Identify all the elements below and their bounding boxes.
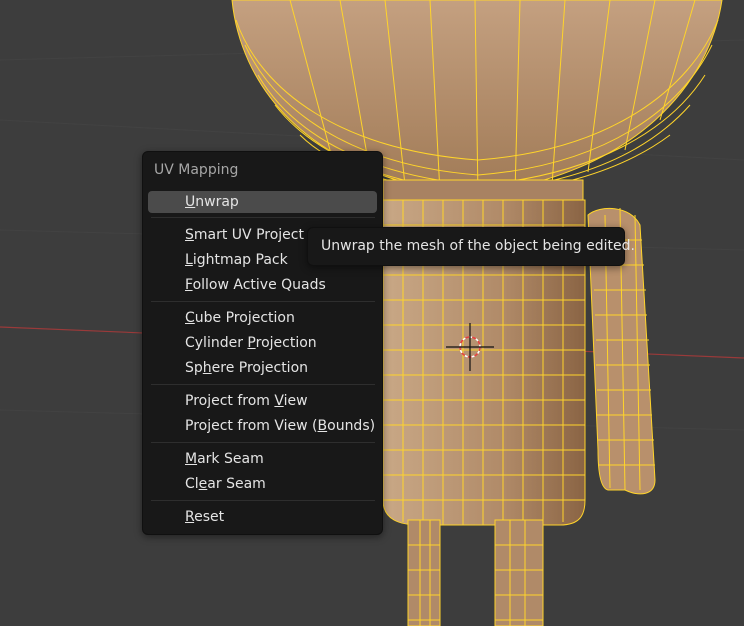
menu-item-reset[interactable]: Reset	[148, 506, 377, 528]
menu-item-follow-active-quads[interactable]: Follow Active Quads	[148, 274, 377, 296]
uv-mapping-menu: UV Mapping Unwrap Smart UV Project Light…	[142, 151, 383, 535]
unwrap-tooltip: Unwrap the mesh of the object being edit…	[307, 227, 635, 266]
menu-title: UV Mapping	[154, 162, 239, 178]
menu-item-label: Cylinder Projection	[185, 335, 317, 351]
menu-item-label: Cube Projection	[185, 310, 295, 326]
menu-separator	[151, 301, 375, 302]
menu-separator	[151, 500, 375, 501]
menu-separator	[151, 384, 375, 385]
menu-item-label: Unwrap	[185, 194, 239, 210]
menu-item-sphere-projection[interactable]: Sphere Projection	[148, 357, 377, 379]
menu-item-label: Sphere Projection	[185, 360, 309, 376]
menu-item-label: Project from View	[185, 393, 308, 409]
menu-item-project-from-view-bounds[interactable]: Project from View (Bounds)	[148, 415, 377, 437]
menu-item-label: Mark Seam	[185, 451, 264, 467]
menu-item-label: Lightmap Pack	[185, 252, 288, 268]
menu-item-project-from-view[interactable]: Project from View	[148, 390, 377, 412]
tooltip-text: Unwrap the mesh of the object being edit…	[321, 238, 635, 254]
menu-item-label: Reset	[185, 509, 225, 525]
menu-item-cube-projection[interactable]: Cube Projection	[148, 307, 377, 329]
menu-item-label: Clear Seam	[185, 476, 266, 492]
menu-item-label: Project from View (Bounds)	[185, 418, 376, 434]
menu-item-label: Smart UV Project	[185, 227, 304, 243]
menu-separator	[151, 217, 375, 218]
menu-item-clear-seam[interactable]: Clear Seam	[148, 473, 377, 495]
menu-item-label: Follow Active Quads	[185, 277, 326, 293]
menu-item-mark-seam[interactable]: Mark Seam	[148, 448, 377, 470]
menu-item-cylinder-projection[interactable]: Cylinder Projection	[148, 332, 377, 354]
menu-separator	[151, 442, 375, 443]
menu-item-unwrap[interactable]: Unwrap	[148, 191, 377, 213]
